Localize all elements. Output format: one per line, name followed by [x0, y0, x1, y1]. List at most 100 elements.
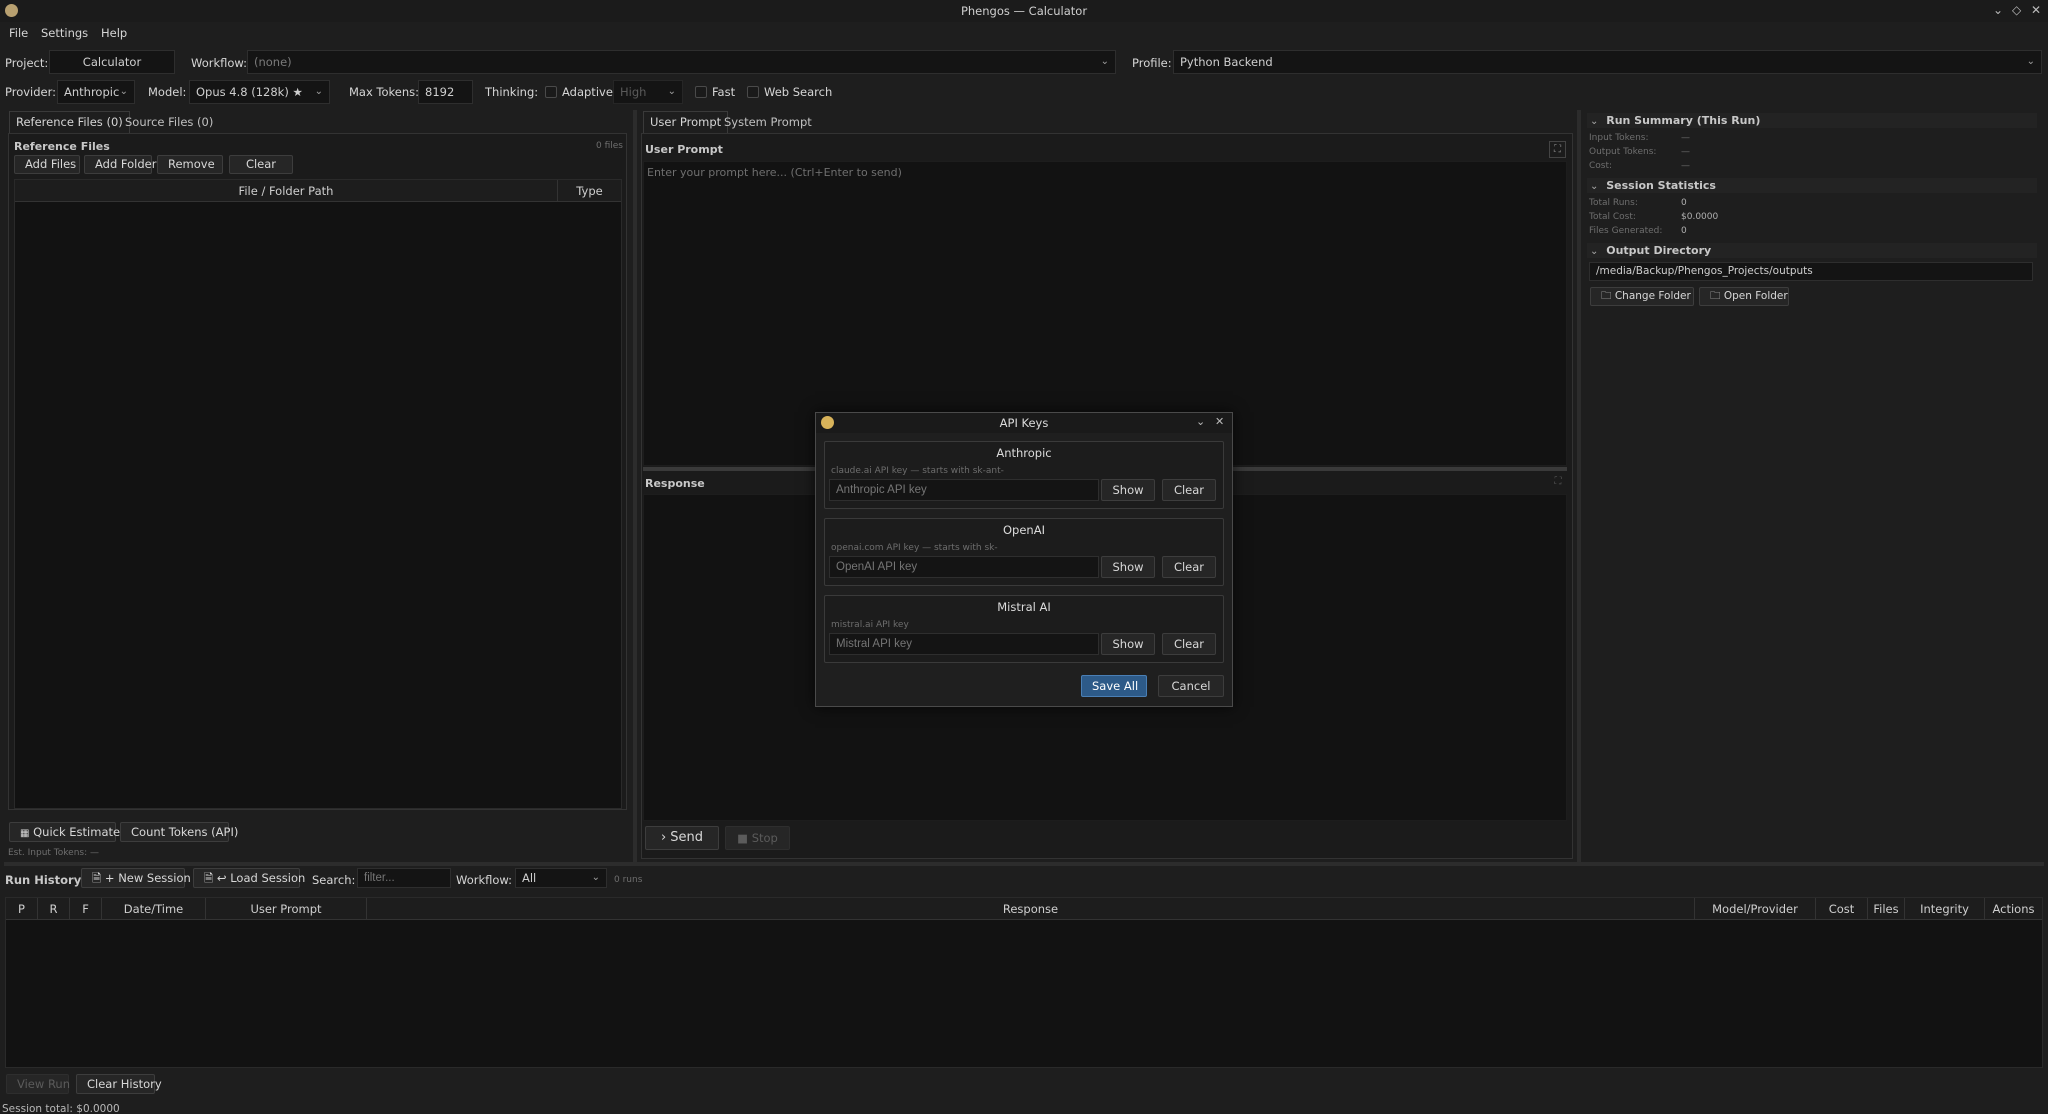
- column-path[interactable]: File / Folder Path: [15, 180, 558, 202]
- column-datetime[interactable]: Date/Time: [102, 898, 206, 920]
- input-tokens-value: —: [1681, 133, 1690, 143]
- save-all-button[interactable]: Save All: [1081, 675, 1147, 697]
- provider-select[interactable]: Anthropic ⌄: [57, 80, 135, 104]
- calculator-icon: ▦: [20, 828, 30, 839]
- provider-label: Provider:: [5, 85, 57, 99]
- dialog-minimize-icon[interactable]: ⌄: [1196, 415, 1205, 428]
- left-splitter[interactable]: [633, 110, 637, 862]
- mistral-clear-button[interactable]: Clear: [1162, 633, 1216, 655]
- cost-value: —: [1681, 161, 1690, 171]
- openai-clear-button[interactable]: Clear: [1162, 556, 1216, 578]
- history-workflow-label: Workflow:: [456, 873, 513, 887]
- profile-value: Python Backend: [1180, 55, 1273, 69]
- web-search-checkbox[interactable]: [747, 86, 759, 98]
- fast-label: Fast: [712, 85, 736, 99]
- column-type[interactable]: Type: [558, 180, 621, 202]
- session-stats-title: Session Statistics: [1606, 179, 1716, 192]
- tab-source-files[interactable]: Source Files (0): [118, 111, 220, 133]
- column-p[interactable]: P: [6, 898, 38, 920]
- column-response[interactable]: Response: [367, 898, 1695, 920]
- close-icon[interactable]: ✕: [2031, 3, 2041, 17]
- files-generated-label: Files Generated:: [1589, 226, 1663, 236]
- menu-help[interactable]: Help: [101, 26, 127, 40]
- column-user-prompt[interactable]: User Prompt: [206, 898, 367, 920]
- new-session-button[interactable]: 🗎 + New Session: [81, 868, 191, 888]
- fast-checkbox[interactable]: [695, 86, 707, 98]
- new-session-label: + New Session: [104, 871, 191, 885]
- column-actions[interactable]: Actions: [1985, 898, 2042, 920]
- change-folder-button[interactable]: 🗀 Change Folder: [1590, 287, 1694, 306]
- run-summary-header[interactable]: ⌄ Run Summary (This Run): [1587, 113, 2037, 128]
- max-tokens-input[interactable]: 8192: [418, 80, 473, 104]
- status-bar-text: Session total: $0.0000: [2, 1103, 120, 1114]
- model-select[interactable]: Opus 4.8 (128k) ★ ⌄: [189, 80, 330, 104]
- minimize-icon[interactable]: ⌄: [1993, 3, 2003, 17]
- output-path-value: /media/Backup/Phengos_Projects/outputs: [1596, 265, 1813, 277]
- stop-button[interactable]: ■ Stop: [725, 826, 790, 850]
- project-field[interactable]: Calculator: [49, 50, 175, 74]
- chevron-down-icon: ⌄: [2026, 56, 2035, 67]
- send-button[interactable]: › Send: [645, 826, 719, 850]
- mistral-show-button[interactable]: Show: [1101, 633, 1155, 655]
- dialog-close-icon[interactable]: ✕: [1215, 415, 1224, 428]
- column-cost[interactable]: Cost: [1816, 898, 1868, 920]
- chevron-down-icon: ⌄: [1590, 116, 1599, 127]
- tab-user-prompt[interactable]: User Prompt: [643, 111, 729, 133]
- runs-count: 0 runs: [614, 875, 643, 885]
- chevron-down-icon: ⌄: [314, 86, 323, 97]
- column-integrity[interactable]: Integrity: [1905, 898, 1985, 920]
- open-folder-button[interactable]: 🗀 Open Folder: [1699, 287, 1789, 306]
- openai-show-button[interactable]: Show: [1101, 556, 1155, 578]
- right-splitter[interactable]: [1577, 110, 1581, 862]
- search-label: Search:: [312, 873, 356, 887]
- load-session-icon: 🗎: [204, 871, 214, 885]
- history-table[interactable]: P R F Date/Time User Prompt Response Mod…: [5, 897, 2043, 1068]
- tab-reference-files[interactable]: Reference Files (0): [9, 111, 130, 133]
- run-history-title: Run History: [5, 873, 82, 887]
- anthropic-key-input[interactable]: [829, 479, 1099, 501]
- cancel-button[interactable]: Cancel: [1158, 675, 1224, 697]
- file-table[interactable]: File / Folder Path Type: [14, 179, 622, 809]
- provider-value: Anthropic: [64, 85, 120, 99]
- anthropic-show-button[interactable]: Show: [1101, 479, 1155, 501]
- profile-select[interactable]: Python Backend ⌄: [1173, 50, 2042, 74]
- user-prompt-title: User Prompt: [645, 143, 723, 156]
- effort-select[interactable]: High ⌄: [613, 80, 683, 104]
- add-folder-button[interactable]: Add Folder: [84, 155, 156, 174]
- openai-key-input[interactable]: [829, 556, 1099, 578]
- history-workflow-select[interactable]: All ⌄: [515, 868, 607, 888]
- column-model-provider[interactable]: Model/Provider: [1695, 898, 1816, 920]
- history-splitter[interactable]: [4, 862, 2044, 866]
- chevron-down-icon: ⌄: [1590, 181, 1599, 192]
- expand-response-icon[interactable]: ⛶: [1551, 476, 1565, 490]
- anthropic-clear-button[interactable]: Clear: [1162, 479, 1216, 501]
- send-label: Send: [670, 830, 704, 845]
- column-f[interactable]: F: [70, 898, 102, 920]
- menu-settings[interactable]: Settings: [41, 26, 88, 40]
- workflow-select[interactable]: (none) ⌄: [247, 50, 1116, 74]
- load-session-button[interactable]: 🗎 ↩ Load Session: [193, 868, 305, 888]
- clear-files-button[interactable]: Clear: [229, 155, 293, 174]
- window-title: Phengos — Calculator: [960, 4, 1088, 18]
- column-files[interactable]: Files: [1868, 898, 1905, 920]
- remove-button[interactable]: Remove: [157, 155, 223, 174]
- output-dir-header[interactable]: ⌄ Output Directory: [1587, 243, 2037, 258]
- view-run-button[interactable]: View Run: [6, 1074, 70, 1094]
- quick-estimate-label: Quick Estimate: [33, 825, 121, 839]
- add-files-button[interactable]: Add Files: [14, 155, 80, 174]
- column-r[interactable]: R: [38, 898, 70, 920]
- prompt-placeholder: Enter your prompt here... (Ctrl+Enter to…: [647, 166, 902, 179]
- clear-history-button[interactable]: Clear History: [76, 1074, 162, 1094]
- output-path-field[interactable]: /media/Backup/Phengos_Projects/outputs: [1589, 262, 2033, 281]
- tab-system-prompt[interactable]: System Prompt: [717, 111, 819, 133]
- quick-estimate-button[interactable]: ▦ Quick Estimate: [9, 822, 120, 842]
- session-stats-header[interactable]: ⌄ Session Statistics: [1587, 178, 2037, 193]
- menu-file[interactable]: File: [9, 26, 28, 40]
- mistral-key-input[interactable]: [829, 633, 1099, 655]
- openai-group: OpenAI openai.com API key — starts with …: [824, 518, 1224, 586]
- count-tokens-button[interactable]: Count Tokens (API): [120, 822, 238, 842]
- expand-prompt-icon[interactable]: ⛶: [1549, 141, 1566, 158]
- search-input[interactable]: [357, 868, 451, 888]
- maximize-icon[interactable]: ◇: [2012, 3, 2021, 17]
- adaptive-checkbox[interactable]: [545, 86, 557, 98]
